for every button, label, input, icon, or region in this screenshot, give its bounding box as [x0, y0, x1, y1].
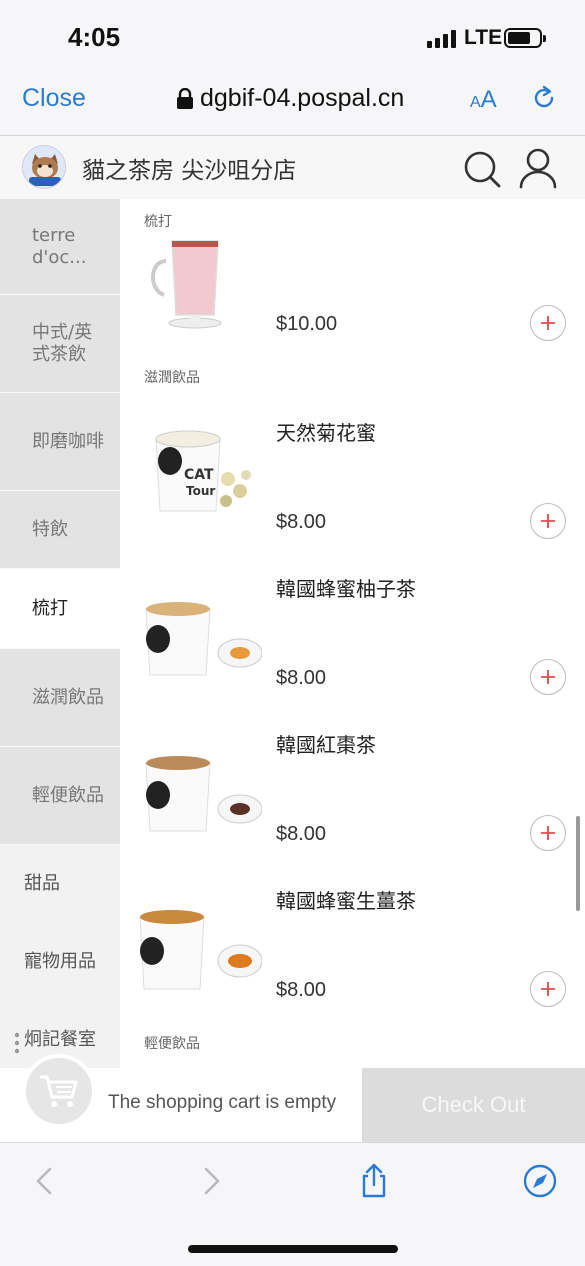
category-label: terre d'oc... [32, 224, 87, 268]
product-list: 梳打 $10.00 滋潤飲品 CAT Tour 天然菊花蜜 $8.00 韓國蜂蜜… [120, 199, 585, 1069]
section-label: 梳打 [144, 214, 172, 230]
product-name: 韓國蜂蜜生薑茶 [276, 889, 416, 913]
plus-icon [541, 982, 555, 996]
product-name: 天然菊花蜜 [276, 421, 376, 445]
category-item[interactable]: 即磨咖啡 [0, 393, 120, 491]
product-name: 韓國紅棗茶 [276, 733, 376, 757]
product-card[interactable]: 韓國蜂蜜生薑茶 $8.00 [120, 885, 585, 1007]
store-header: 貓之茶房 尖沙咀分店 [0, 137, 585, 199]
category-item[interactable]: terre d'oc... [0, 199, 120, 295]
store-name: 貓之茶房 尖沙咀分店 [82, 158, 297, 184]
product-name: 韓國蜂蜜柚子茶 [276, 577, 416, 601]
category-label: 梳打 [32, 597, 68, 619]
product-price: $8.00 [276, 979, 327, 1001]
product-image: CAT Tour [155, 430, 251, 512]
search-icon[interactable] [462, 149, 502, 189]
lock-icon [176, 87, 194, 110]
drag-handle-icon [14, 1032, 20, 1054]
battery-icon [504, 28, 546, 48]
category-item[interactable]: 甜品 [0, 845, 120, 923]
store-logo [22, 145, 66, 189]
category-item[interactable]: 寵物用品 [0, 923, 120, 1001]
url-text: dgbif-04.pospal.cn [200, 84, 405, 112]
category-label: 輕便飲品 [32, 784, 104, 806]
product-image [151, 240, 222, 329]
reload-icon[interactable] [530, 84, 558, 112]
cart-empty-text: The shopping cart is empty [108, 1092, 337, 1113]
scrollbar-thumb[interactable] [576, 816, 580, 911]
product-price: $10.00 [276, 313, 338, 335]
close-button[interactable]: Close [22, 84, 86, 113]
section-label: 滋潤飲品 [144, 370, 200, 386]
svg-text:CAT: CAT [184, 467, 214, 483]
svg-text:Tour: Tour [186, 484, 215, 498]
cart-bar: The shopping cart is empty Check Out [0, 1054, 585, 1142]
browser-url-bar: Close dgbif-04.pospal.cn AA [0, 76, 585, 136]
browser-toolbar [0, 1142, 585, 1266]
plus-icon [541, 670, 555, 684]
product-image [139, 910, 262, 990]
home-indicator [188, 1245, 398, 1253]
add-to-cart-button[interactable] [530, 305, 566, 341]
category-label: 滋潤飲品 [32, 686, 104, 708]
section-label: 輕便飲品 [144, 1036, 200, 1052]
category-label: 即磨咖啡 [32, 430, 104, 452]
product-price: $8.00 [276, 823, 327, 845]
plus-icon [541, 826, 555, 840]
cellular-signal-icon [427, 30, 459, 48]
add-to-cart-button[interactable] [530, 971, 566, 1007]
product-card[interactable]: CAT Tour 天然菊花蜜 $8.00 [120, 417, 585, 539]
add-to-cart-button[interactable] [530, 815, 566, 851]
product-card[interactable]: 韓國蜂蜜柚子茶 $8.00 [120, 573, 585, 695]
forward-arrow-icon[interactable] [194, 1163, 230, 1199]
checkout-button[interactable]: Check Out [362, 1068, 585, 1142]
status-time: 4:05 [68, 22, 121, 52]
address-field[interactable]: dgbif-04.pospal.cn [176, 84, 404, 113]
category-sidebar: terre d'oc... 中式/英式茶飲 即磨咖啡 特飲 梳打 滋潤飲品 輕便… [0, 199, 120, 1069]
compass-icon[interactable] [522, 1163, 558, 1199]
cart-button[interactable] [22, 1054, 96, 1128]
category-item[interactable]: 滋潤飲品 [0, 649, 120, 747]
category-label: 特飲 [32, 518, 68, 540]
category-label: 寵物用品 [24, 951, 96, 972]
shopping-cart-icon [39, 1075, 78, 1107]
category-label: 甜品 [24, 873, 60, 894]
product-image [145, 602, 262, 676]
add-to-cart-button[interactable] [530, 659, 566, 695]
network-type: LTE [464, 26, 503, 49]
category-label: 炯記餐室 [24, 1029, 96, 1050]
product-price: $8.00 [276, 511, 327, 533]
add-to-cart-button[interactable] [530, 503, 566, 539]
category-item[interactable]: 中式/英式茶飲 [0, 295, 120, 393]
category-item-active[interactable]: 梳打 [0, 569, 120, 649]
product-price: $8.00 [276, 667, 327, 689]
category-item[interactable]: 輕便飲品 [0, 747, 120, 845]
share-icon[interactable] [356, 1163, 392, 1199]
back-arrow-icon[interactable] [26, 1163, 62, 1199]
product-card[interactable]: 韓國紅棗茶 $8.00 [120, 729, 585, 851]
user-icon[interactable] [518, 147, 558, 189]
category-item[interactable]: 特飲 [0, 491, 120, 569]
plus-icon [541, 514, 555, 528]
product-card[interactable]: $10.00 [120, 237, 585, 377]
status-bar: 4:05 LTE [0, 0, 585, 76]
product-image [145, 756, 262, 832]
text-size-button[interactable]: AA [470, 86, 497, 114]
plus-icon [541, 316, 555, 330]
category-label: 中式/英式茶飲 [32, 321, 93, 365]
